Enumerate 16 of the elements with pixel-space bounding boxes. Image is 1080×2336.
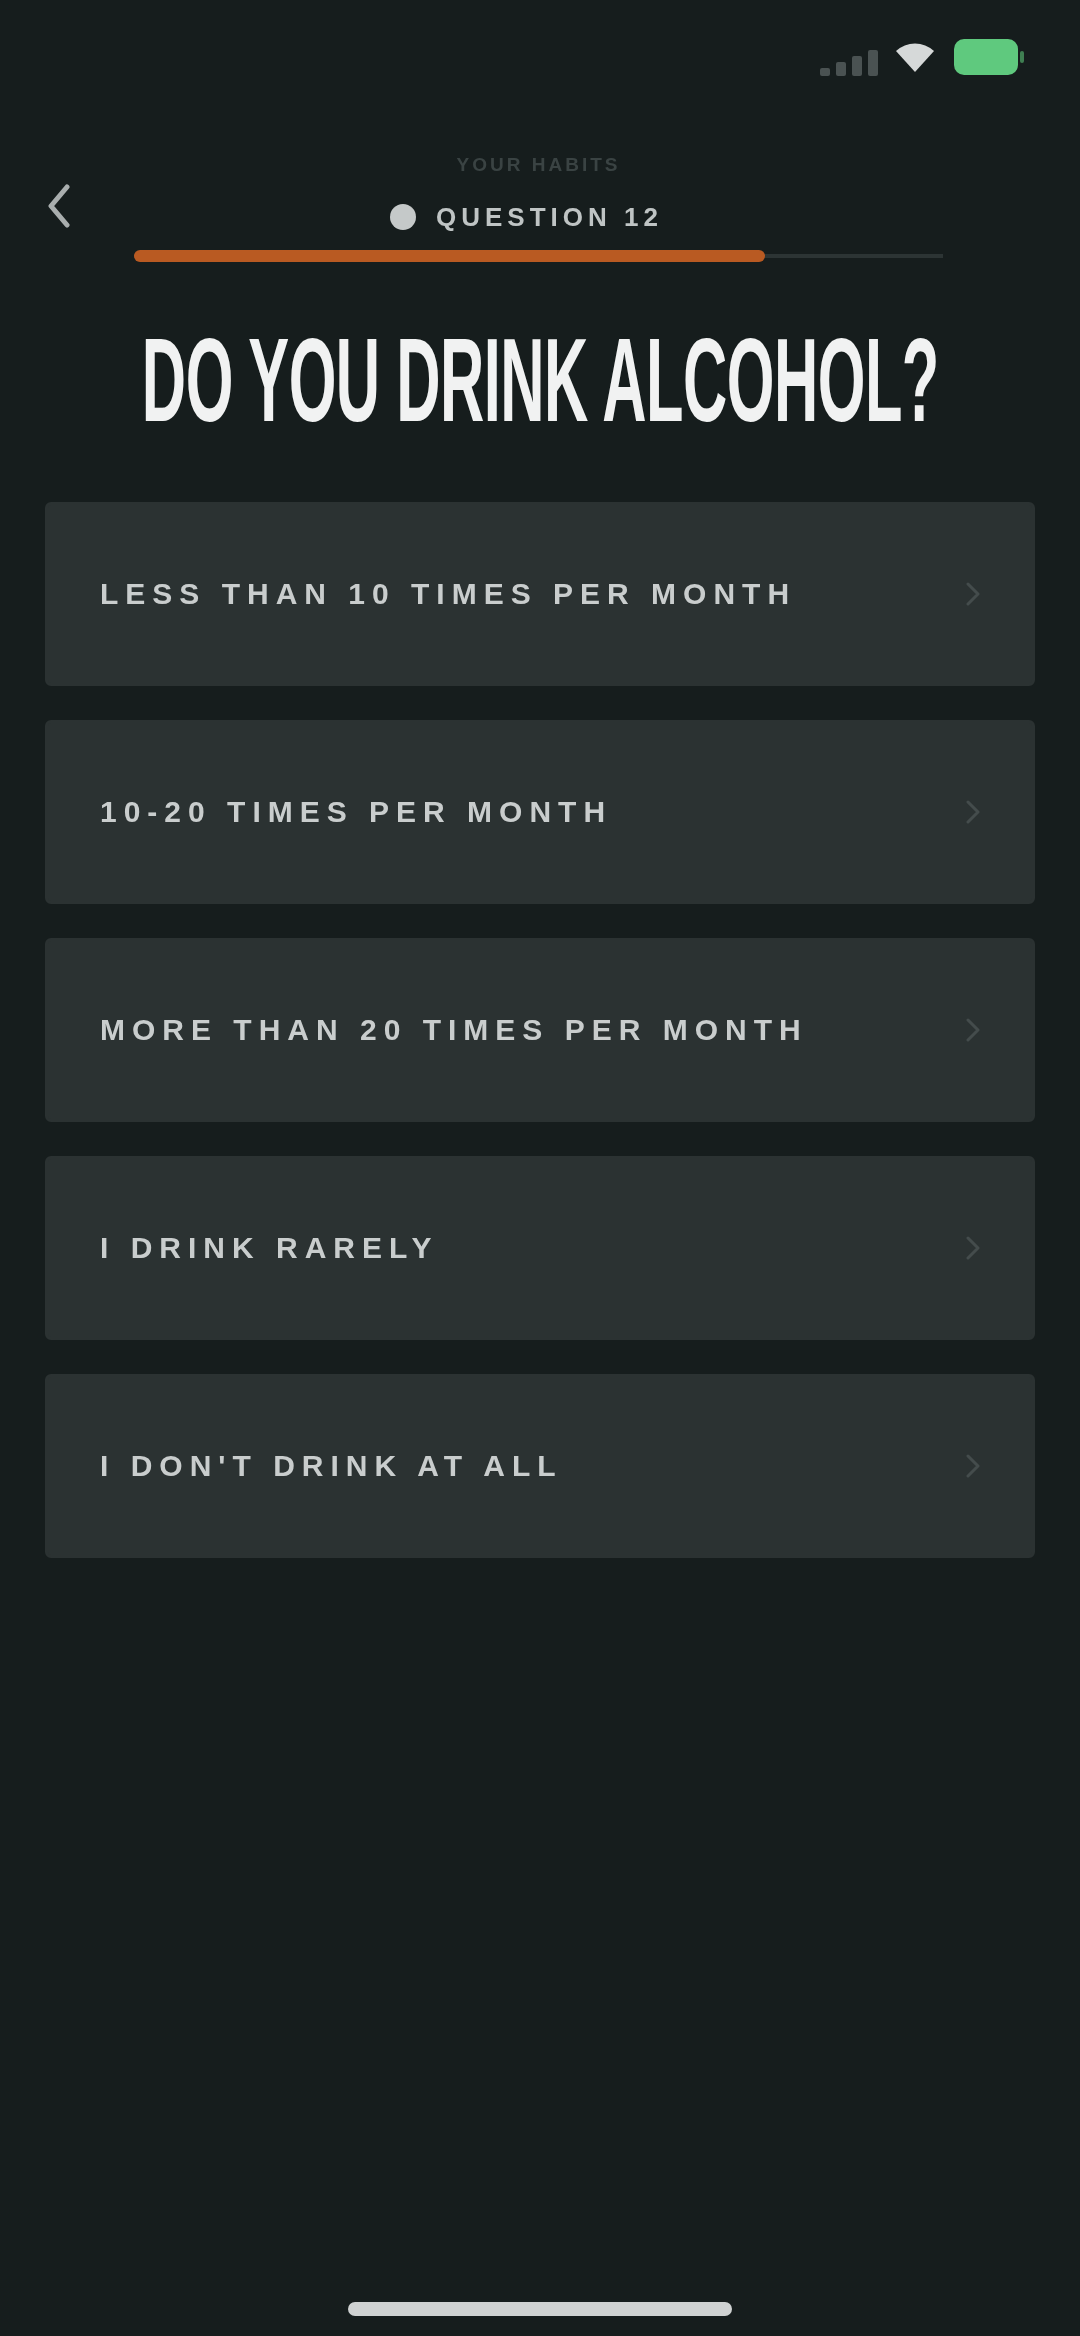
answer-option[interactable]: MORE THAN 20 TIMES PER MONTH [45,938,1035,1122]
answer-option[interactable]: I DRINK RARELY [45,1156,1035,1340]
chevron-right-icon [966,1018,980,1042]
chevron-right-icon [966,1454,980,1478]
question-title: DO YOU DRINK ALCOHOL? [141,320,939,440]
chevron-right-icon [966,800,980,824]
battery-icon [954,39,1024,75]
chevron-right-icon [966,1236,980,1260]
answer-option[interactable]: LESS THAN 10 TIMES PER MONTH [45,502,1035,686]
chevron-right-icon [966,582,980,606]
answer-option[interactable]: 10-20 TIMES PER MONTH [45,720,1035,904]
wifi-icon [896,42,934,72]
signal-icon [820,50,878,76]
question-number: QUESTION 12 [436,202,663,232]
answer-option[interactable]: I DON'T DRINK AT ALL [45,1374,1035,1558]
dot-icon [390,204,417,230]
